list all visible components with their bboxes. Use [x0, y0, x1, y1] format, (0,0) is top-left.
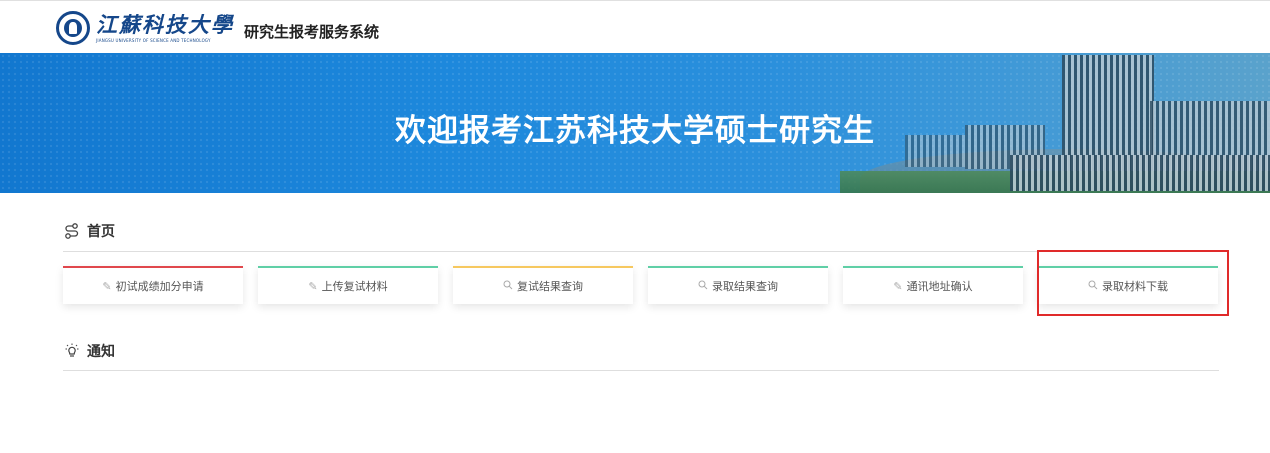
university-logo[interactable]: 江蘇科技大學 JIANGSU UNIVERSITY OF SCIENCE AND…	[56, 9, 379, 47]
banner-title: 欢迎报考江苏科技大学硕士研究生	[395, 113, 875, 149]
home-divider	[63, 251, 1219, 252]
card-label: 上传复试材料	[321, 280, 388, 293]
notice-section: 通知	[63, 340, 1219, 371]
university-name-block: 江蘇科技大學 JIANGSU UNIVERSITY OF SCIENCE AND…	[96, 11, 234, 43]
notice-title: 通知	[87, 344, 115, 360]
search-icon	[1088, 280, 1098, 293]
university-name-cn: 江蘇科技大學	[96, 11, 234, 37]
card-upload-retest-materials[interactable]: ✎ 上传复试材料	[258, 266, 438, 304]
card-label: 录取材料下载	[1102, 280, 1168, 293]
lightbulb-icon	[63, 342, 81, 360]
notice-heading: 通知	[63, 340, 1219, 362]
card-retest-result-query[interactable]: 复试结果查询	[453, 266, 633, 304]
notice-divider	[63, 370, 1219, 371]
home-title: 首页	[87, 224, 115, 240]
card-admission-materials-download[interactable]: 录取材料下载	[1038, 266, 1218, 304]
card-label: 复试结果查询	[517, 280, 583, 293]
card-label: 通讯地址确认	[906, 280, 973, 293]
banner-title-wrap: 欢迎报考江苏科技大学硕士研究生	[0, 105, 1270, 150]
pencil-icon: ✎	[308, 279, 318, 293]
pencil-icon: ✎	[102, 279, 112, 293]
banner-building	[1010, 155, 1270, 191]
route-icon	[63, 222, 81, 240]
card-score-bonus-application[interactable]: ✎ 初试成绩加分申请	[63, 266, 243, 304]
card-admission-result-query[interactable]: 录取结果查询	[648, 266, 828, 304]
university-seal-icon	[56, 11, 90, 45]
home-section: 首页	[63, 220, 1219, 252]
welcome-banner: 欢迎报考江苏科技大学硕士研究生	[0, 53, 1270, 193]
system-title: 研究生报考服务系统	[244, 22, 380, 41]
home-heading: 首页	[63, 220, 1219, 242]
university-name-en: JIANGSU UNIVERSITY OF SCIENCE AND TECHNO…	[96, 37, 211, 43]
card-label: 录取结果查询	[712, 280, 778, 293]
top-header: 江蘇科技大學 JIANGSU UNIVERSITY OF SCIENCE AND…	[0, 0, 1270, 53]
card-label: 初试成绩加分申请	[115, 280, 204, 293]
function-cards: ✎ 初试成绩加分申请 ✎ 上传复试材料 复试结果查询 录取结果查询 ✎ 通讯地址…	[63, 266, 1223, 306]
pencil-icon: ✎	[893, 279, 903, 293]
search-icon	[698, 280, 708, 293]
card-mailing-address-confirm[interactable]: ✎ 通讯地址确认	[843, 266, 1023, 304]
search-icon	[503, 280, 513, 293]
